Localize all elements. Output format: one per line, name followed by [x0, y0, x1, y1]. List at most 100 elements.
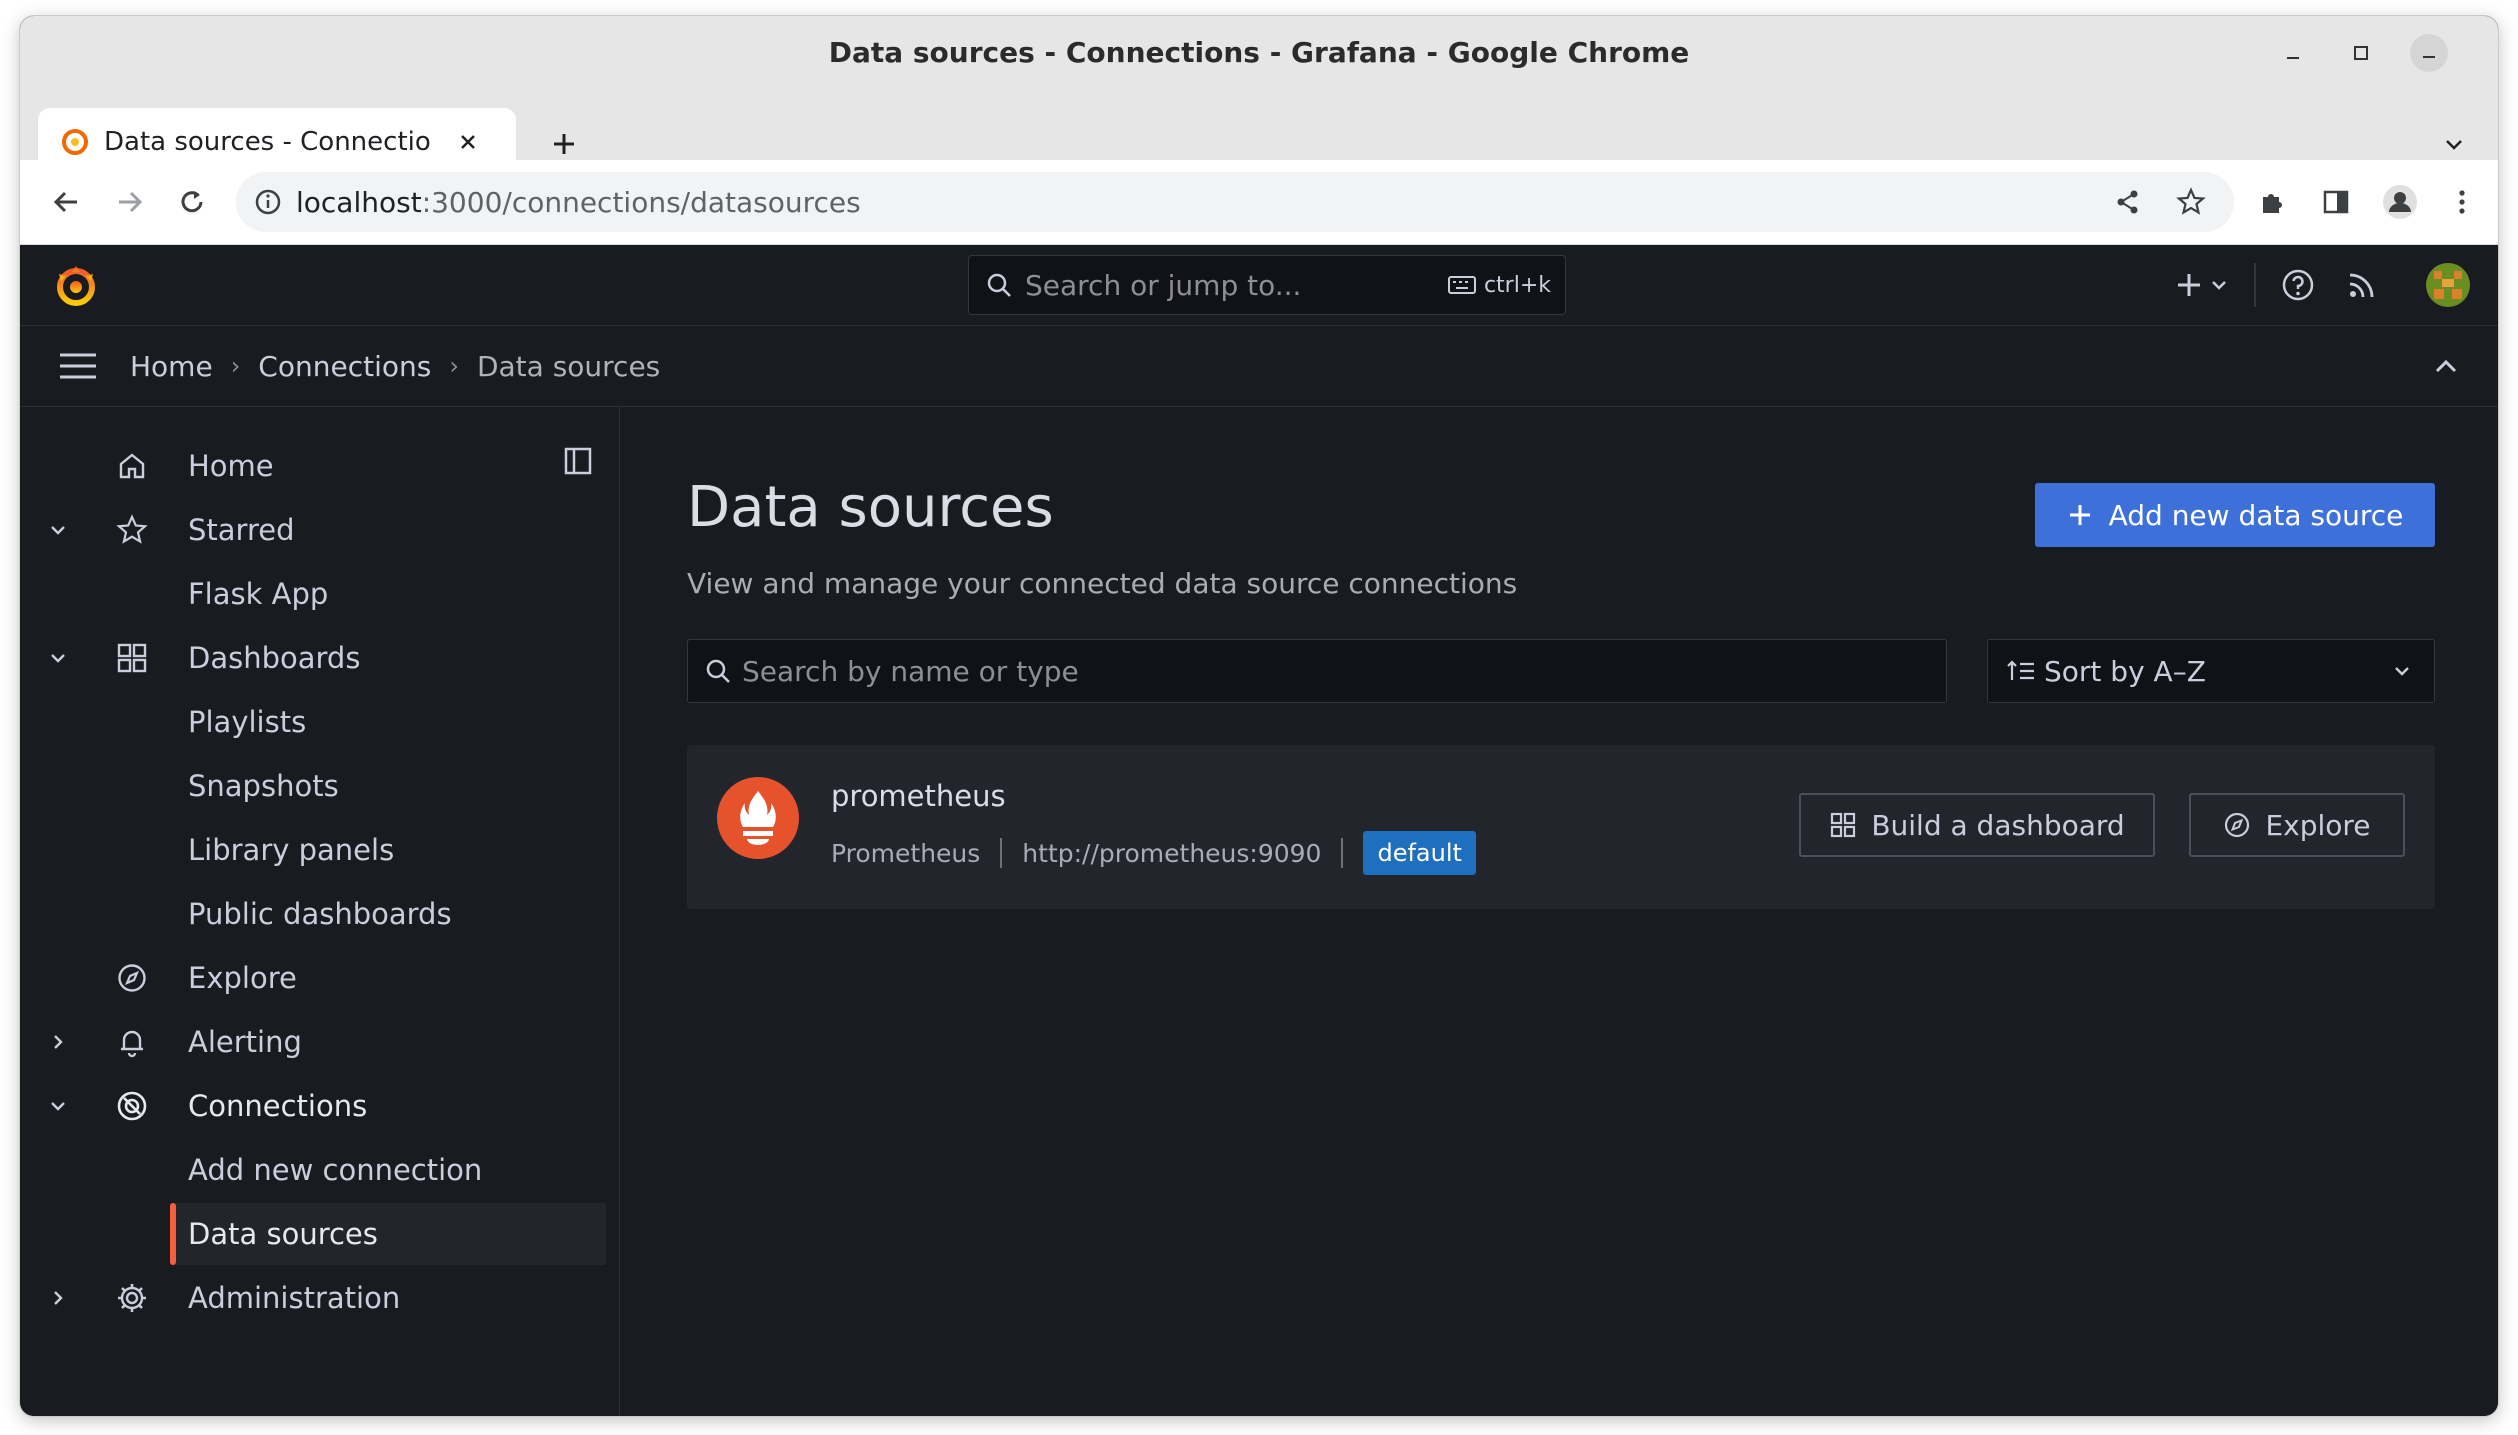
- new-menu-button[interactable]: [2172, 263, 2242, 307]
- breadcrumb-home[interactable]: Home: [130, 350, 213, 383]
- connections-icon: [112, 1086, 152, 1126]
- page-subtitle: View and manage your connected data sour…: [687, 567, 1518, 600]
- chevron-down-icon: [2395, 667, 2409, 676]
- sidebar-item-label: Alerting: [188, 1025, 302, 1059]
- chevron-right-icon[interactable]: [42, 1282, 74, 1314]
- grafana-logo-button[interactable]: [52, 261, 100, 309]
- sidebar-item-alerting[interactable]: Alerting: [20, 1011, 610, 1073]
- chevron-right-icon[interactable]: [42, 1026, 74, 1058]
- collapse-header-button[interactable]: [2428, 348, 2464, 384]
- sidebar-item-library-panels[interactable]: Library panels: [20, 819, 610, 881]
- chrome-menu-button[interactable]: [2442, 182, 2482, 222]
- sidebar-item-playlists[interactable]: Playlists: [20, 691, 610, 753]
- compass-icon: [112, 958, 152, 998]
- kebab-menu-icon: [2459, 190, 2465, 214]
- build-dashboard-label: Build a dashboard: [1871, 808, 2125, 842]
- profile-button[interactable]: [2380, 182, 2420, 222]
- sidebar-item-snapshots[interactable]: Snapshots: [20, 755, 610, 817]
- datasource-name[interactable]: prometheus: [831, 779, 1006, 813]
- rss-icon: [2349, 273, 2374, 298]
- build-dashboard-button[interactable]: Build a dashboard: [1799, 793, 2155, 857]
- grafana-topbar: Search or jump to... ctrl+k: [20, 245, 2498, 326]
- tab-search-button[interactable]: [2434, 124, 2474, 164]
- menu-toggle-button[interactable]: [56, 344, 100, 388]
- chevron-down-icon[interactable]: [42, 642, 74, 674]
- browser-toolbar: localhost:3000/connections/datasources: [20, 160, 2498, 245]
- sort-select[interactable]: Sort by A–Z: [1987, 639, 2435, 703]
- datasource-meta: Prometheus http://prometheus:9090 defaul…: [831, 829, 1476, 877]
- side-panel-icon: [2323, 190, 2349, 214]
- prometheus-logo-icon: [717, 777, 799, 859]
- forward-button[interactable]: [110, 182, 150, 222]
- sidebar-item-connections[interactable]: Connections: [20, 1075, 610, 1137]
- chevron-down-icon[interactable]: [42, 1090, 74, 1122]
- sidebar-item-home[interactable]: Home: [20, 435, 610, 497]
- dash-icon: [2287, 57, 2299, 59]
- maximize-button[interactable]: [2342, 34, 2380, 72]
- add-new-data-source-button[interactable]: Add new data source: [2035, 483, 2435, 547]
- help-icon: [2282, 269, 2314, 301]
- arrow-right-icon: [119, 191, 143, 213]
- plus-icon: [2069, 505, 2090, 525]
- close-tab-icon[interactable]: [456, 130, 480, 154]
- page-title: Data sources: [687, 475, 1054, 540]
- arrow-left-icon: [53, 191, 77, 213]
- sidebar-item-label: Add new connection: [188, 1153, 483, 1187]
- news-button[interactable]: [2340, 263, 2384, 307]
- reload-button[interactable]: [172, 182, 212, 222]
- datasource-type: Prometheus: [831, 838, 981, 868]
- chevron-up-icon: [2435, 359, 2457, 373]
- sidebar-item-public-dashboards[interactable]: Public dashboards: [20, 883, 610, 945]
- sidebar-item-explore[interactable]: Explore: [20, 947, 610, 1009]
- search-icon: [706, 659, 730, 683]
- info-icon[interactable]: [254, 188, 282, 216]
- minimize-button[interactable]: [2410, 34, 2448, 72]
- reload-icon: [181, 191, 203, 213]
- side-panel-button[interactable]: [2316, 182, 2356, 222]
- datasource-search-input[interactable]: Search by name or type: [687, 639, 1947, 703]
- breadcrumb-connections[interactable]: Connections: [258, 350, 431, 383]
- sidebar-item-starred[interactable]: Starred: [20, 499, 610, 561]
- url-host: localhost: [296, 185, 422, 219]
- sidebar-item-flask-app[interactable]: Flask App: [20, 563, 610, 625]
- apps-grid-icon: [112, 638, 152, 678]
- sidebar-item-label: Snapshots: [188, 769, 339, 803]
- window-menu-button[interactable]: [2274, 34, 2312, 72]
- global-search-input[interactable]: Search or jump to... ctrl+k: [968, 255, 1566, 315]
- share-icon[interactable]: [2114, 188, 2142, 216]
- address-bar[interactable]: localhost:3000/connections/datasources: [236, 172, 2234, 232]
- sort-label: Sort by A–Z: [2044, 654, 2206, 688]
- bookmark-star-icon[interactable]: [2176, 187, 2206, 217]
- chevron-right-icon: ›: [449, 352, 459, 380]
- sidebar: Home Starred Flask App Dashboards Playli…: [20, 407, 620, 1416]
- plus-icon: [554, 134, 574, 154]
- separator: [1341, 838, 1344, 868]
- compass-icon: [2225, 812, 2250, 838]
- gear-icon: [112, 1278, 152, 1318]
- sidebar-item-label: Library panels: [188, 833, 395, 867]
- explore-button[interactable]: Explore: [2189, 793, 2405, 857]
- user-avatar[interactable]: [2426, 263, 2470, 307]
- back-button[interactable]: [46, 182, 86, 222]
- minimize-icon: [2423, 56, 2435, 58]
- help-button[interactable]: [2276, 263, 2320, 307]
- browser-window: Data sources - Connections - Grafana - G…: [20, 16, 2498, 1416]
- new-tab-button[interactable]: [544, 124, 584, 164]
- extensions-button[interactable]: [2252, 182, 2292, 222]
- shortcut-hint: ctrl+k: [1447, 273, 1551, 298]
- default-badge: default: [1363, 831, 1476, 875]
- sidebar-item-data-sources[interactable]: Data sources: [170, 1203, 606, 1265]
- chevron-down-icon[interactable]: [42, 514, 74, 546]
- title-bar: Data sources - Connections - Grafana - G…: [20, 16, 2498, 88]
- window-title: Data sources - Connections - Grafana - G…: [828, 35, 1690, 69]
- datasource-card[interactable]: prometheus Prometheus http://prometheus:…: [687, 745, 2435, 909]
- sidebar-item-administration[interactable]: Administration: [20, 1267, 610, 1329]
- grafana-favicon-icon: [62, 129, 88, 155]
- sidebar-item-label: Public dashboards: [188, 897, 452, 931]
- sidebar-item-label: Home: [188, 449, 274, 483]
- sidebar-item-dashboards[interactable]: Dashboards: [20, 627, 610, 689]
- global-search-placeholder: Search or jump to...: [1025, 268, 1302, 302]
- hamburger-icon: [60, 353, 96, 379]
- sidebar-item-add-new-connection[interactable]: Add new connection: [20, 1139, 610, 1201]
- chevron-right-icon: ›: [230, 352, 241, 380]
